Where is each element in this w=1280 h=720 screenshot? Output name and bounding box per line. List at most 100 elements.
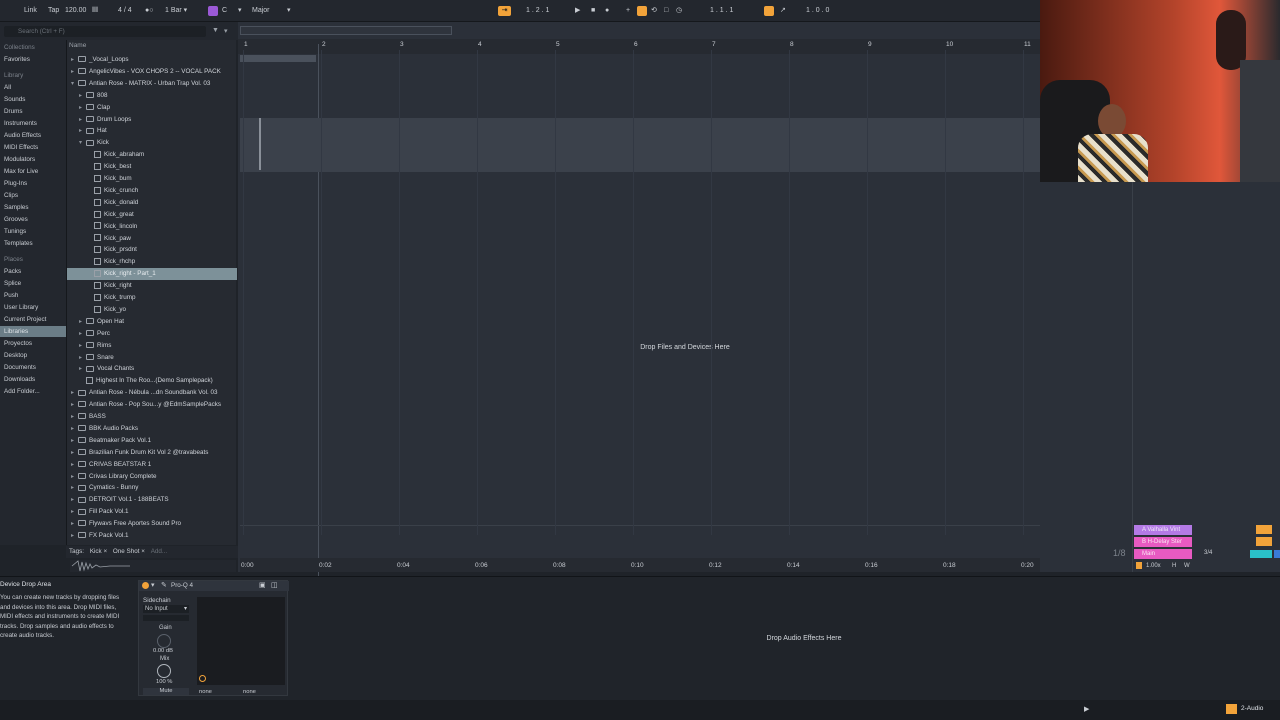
bar-number[interactable]: 5: [556, 41, 560, 49]
overview-strip[interactable]: [240, 26, 452, 35]
chevron-down-icon[interactable]: ▾: [224, 27, 228, 35]
mix-knob[interactable]: [157, 664, 171, 678]
none-label[interactable]: none: [199, 689, 212, 695]
chevron-down-icon[interactable]: ▾: [238, 6, 242, 16]
chevron-right-icon[interactable]: ▸: [79, 328, 86, 340]
file-item[interactable]: Kick_great: [67, 209, 237, 221]
chevron-down-icon[interactable]: ▾: [79, 137, 86, 149]
track-lane[interactable]: [240, 118, 1040, 172]
sidebar-place-item[interactable]: Proyectos: [0, 338, 66, 349]
sidebar-item[interactable]: All: [0, 82, 66, 93]
record-icon[interactable]: ●: [605, 6, 609, 16]
bar-number[interactable]: 10: [946, 41, 953, 49]
bar-number[interactable]: 11: [1024, 41, 1031, 49]
sidebar-item[interactable]: Instruments: [0, 118, 66, 129]
session-record-icon[interactable]: □: [664, 6, 668, 16]
sidebar-place-item[interactable]: Desktop: [0, 350, 66, 361]
bar-number[interactable]: 7: [712, 41, 716, 49]
tag-add[interactable]: Add...: [151, 548, 167, 555]
save-icon[interactable]: ▣: [259, 581, 266, 589]
filter-icon[interactable]: ▼: [212, 27, 219, 34]
volume-meter[interactable]: [1250, 550, 1272, 558]
main-track[interactable]: Main: [1134, 549, 1192, 559]
chevron-right-icon[interactable]: ▸: [71, 530, 78, 542]
file-item[interactable]: Kick_best: [67, 161, 237, 173]
chevron-right-icon[interactable]: ▸: [71, 399, 78, 411]
play-icon[interactable]: ▶: [1084, 705, 1089, 713]
time-marker[interactable]: 0:00: [241, 562, 254, 569]
chevron-right-icon[interactable]: ▸: [71, 423, 78, 435]
h-button[interactable]: H: [1172, 563, 1176, 569]
search-input[interactable]: Search (Ctrl + F): [4, 26, 206, 37]
folder-item[interactable]: ▸ Vocal Chants: [67, 363, 237, 375]
metronome-icon[interactable]: ⦀⦀: [92, 6, 98, 16]
chevron-right-icon[interactable]: ▸: [71, 387, 78, 399]
chevron-right-icon[interactable]: ▸: [79, 340, 86, 352]
loop-brace[interactable]: [240, 55, 316, 62]
automation-arm-icon[interactable]: [637, 6, 647, 16]
file-item[interactable]: Kick_right: [67, 280, 237, 292]
chevron-right-icon[interactable]: ▸: [79, 114, 86, 126]
sidebar-place-item[interactable]: Packs: [0, 266, 66, 277]
sidebar-place-item[interactable]: Documents: [0, 362, 66, 373]
time-marker[interactable]: 0:10: [631, 562, 644, 569]
w-button[interactable]: W: [1184, 563, 1190, 569]
sidebar-item[interactable]: Audio Effects: [0, 130, 66, 141]
tap-button[interactable]: Tap: [48, 6, 59, 16]
folder-item[interactable]: ▸ Snare: [67, 352, 237, 364]
folder-item[interactable]: ▸ Fill Pack Vol.1: [67, 506, 237, 518]
file-item[interactable]: Kick_trump: [67, 292, 237, 304]
record-mode-icon[interactable]: ●○: [145, 6, 153, 16]
time-marker[interactable]: 0:18: [943, 562, 956, 569]
folder-item[interactable]: ▸ Open Hat: [67, 316, 237, 328]
tag-chip[interactable]: Kick: [90, 548, 102, 555]
folder-item[interactable]: ▸ Antian Rose - Nébula ...dn Soundbank Vo…: [67, 387, 237, 399]
clock-icon[interactable]: ◷: [676, 6, 682, 16]
chevron-right-icon[interactable]: ▸: [71, 506, 78, 518]
folder-item[interactable]: ▸ _Vocal_Loops: [67, 54, 237, 66]
chevron-right-icon[interactable]: ▸: [71, 411, 78, 423]
stop-icon[interactable]: ■: [591, 6, 595, 16]
bar-number[interactable]: 6: [634, 41, 638, 49]
key-select[interactable]: C: [222, 6, 227, 16]
wrench-icon[interactable]: ✎: [161, 581, 167, 589]
chevron-right-icon[interactable]: ▸: [79, 90, 86, 102]
folder-item[interactable]: ▸ 808: [67, 90, 237, 102]
chevron-down-icon[interactable]: ▾: [151, 581, 155, 589]
chevron-right-icon[interactable]: ▸: [71, 54, 78, 66]
automation-toggle[interactable]: [1136, 562, 1142, 569]
file-item[interactable]: Highest In The Roo...(Demo Samplepack): [67, 375, 237, 387]
chevron-right-icon[interactable]: ▸: [71, 482, 78, 494]
sidebar-item[interactable]: Max for Live: [0, 166, 66, 177]
time-marker[interactable]: 0:04: [397, 562, 410, 569]
tag-chip[interactable]: One Shot: [113, 548, 140, 555]
eq-node[interactable]: [199, 675, 206, 682]
folder-item[interactable]: ▸ Beatmaker Pack Vol.1: [67, 435, 237, 447]
folder-item[interactable]: ▸ BASS: [67, 411, 237, 423]
time-marker[interactable]: 0:08: [553, 562, 566, 569]
capture-icon[interactable]: ⟲: [651, 6, 657, 16]
bar-number[interactable]: 3: [400, 41, 404, 49]
chevron-right-icon[interactable]: ▸: [79, 363, 86, 375]
chevron-right-icon[interactable]: ▸: [79, 125, 86, 137]
punch-icon[interactable]: ↗: [780, 6, 786, 16]
folder-item[interactable]: ▸ CRIVAS BEATSTAR 1: [67, 459, 237, 471]
follow-icon[interactable]: ⇥: [498, 6, 511, 16]
mute-button[interactable]: Mute: [143, 688, 189, 695]
signature-field[interactable]: 3/4: [1204, 550, 1212, 556]
sidebar-place-item[interactable]: Push: [0, 290, 66, 301]
folder-item[interactable]: ▸ Flywavs Free Aportes Sound Pro: [67, 518, 237, 530]
sidebar-item[interactable]: Tunings: [0, 226, 66, 237]
bar-number[interactable]: 1: [244, 41, 248, 49]
file-item[interactable]: Kick_yo: [67, 304, 237, 316]
chevron-right-icon[interactable]: ▸: [79, 352, 86, 364]
time-marker[interactable]: 0:16: [865, 562, 878, 569]
folder-item[interactable]: ▾ Kick: [67, 137, 237, 149]
time-marker[interactable]: 0:20: [1021, 562, 1034, 569]
chevron-right-icon[interactable]: ▸: [71, 494, 78, 506]
folder-item[interactable]: ▸ Rims: [67, 340, 237, 352]
time-marker[interactable]: 0:14: [787, 562, 800, 569]
folder-item[interactable]: ▸ FX Pack Vol.1: [67, 530, 237, 542]
power-icon[interactable]: [142, 582, 149, 589]
return-track-b[interactable]: B H-Delay Ster: [1134, 537, 1192, 547]
